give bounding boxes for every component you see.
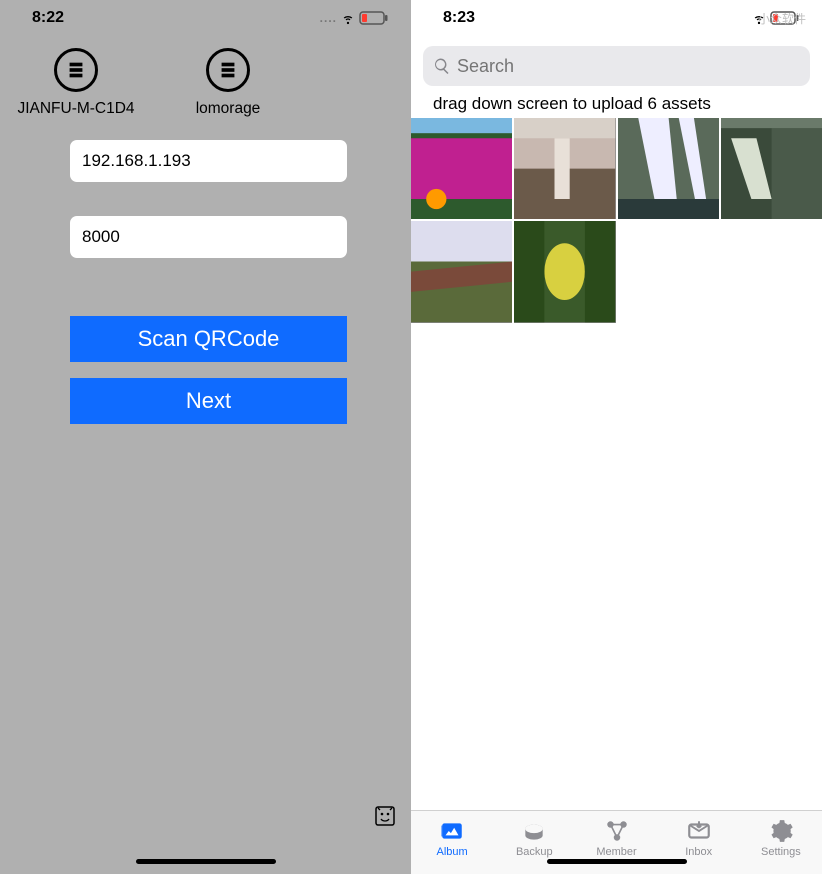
photo-thumb[interactable] [618,118,719,219]
status-icons: .... [320,11,389,25]
inbox-icon [686,818,712,844]
photo-thumb[interactable] [411,221,512,322]
member-icon [604,818,630,844]
phone-setup-screen: 8:22 .... JIANFU-M-C1D4 lomorage Scan QR… [0,0,411,874]
wifi-icon [341,11,355,25]
server-label: lomorage [196,100,261,118]
settings-icon [768,818,794,844]
scan-qrcode-button[interactable]: Scan QRCode [70,316,347,362]
photo-thumb[interactable] [514,221,615,322]
watermark-text: 小众软件 [758,10,806,27]
album-content: drag down screen to upload 6 assets [411,36,822,810]
photo-grid[interactable] [411,118,822,323]
tab-settings[interactable]: Settings [740,811,822,874]
status-bar: 8:22 .... [0,0,411,36]
home-indicator[interactable] [547,859,687,864]
photo-thumb[interactable] [411,118,512,219]
server-option-jianfu[interactable]: JIANFU-M-C1D4 [14,48,138,118]
backup-icon [521,818,547,844]
tab-backup[interactable]: Backup [493,811,575,874]
home-indicator[interactable] [136,859,276,864]
host-input[interactable] [70,140,347,182]
status-time: 8:22 [32,9,64,27]
battery-low-icon [359,11,389,25]
search-icon [433,57,451,75]
port-input[interactable] [70,216,347,258]
bug-report-icon[interactable] [373,804,397,828]
tab-member[interactable]: Member [575,811,657,874]
tab-label: Album [437,846,468,858]
server-options: JIANFU-M-C1D4 lomorage [0,36,411,118]
server-label: JIANFU-M-C1D4 [17,100,134,118]
phone-album-screen: 8:23 小众软件 drag down screen to upload 6 a… [411,0,822,874]
server-bars-icon [206,48,250,92]
tab-bar: Album Backup Member Inbox Settings [411,810,822,874]
search-box[interactable] [423,46,810,86]
photo-thumb[interactable] [721,118,822,219]
tab-label: Settings [761,846,801,858]
album-icon [439,818,465,844]
tab-label: Inbox [685,846,712,858]
tab-inbox[interactable]: Inbox [658,811,740,874]
photo-thumb[interactable] [514,118,615,219]
next-button[interactable]: Next [70,378,347,424]
server-option-lomorage[interactable]: lomorage [166,48,290,118]
status-time: 8:23 [443,9,475,27]
drag-hint-text: drag down screen to upload 6 assets [411,92,822,118]
connection-form: Scan QRCode Next [0,118,411,424]
search-bar-wrap [411,36,822,92]
cellular-dots-icon: .... [320,11,337,25]
search-input[interactable] [457,56,800,77]
tab-label: Member [596,846,636,858]
server-bars-icon [54,48,98,92]
tab-album[interactable]: Album [411,811,493,874]
tab-label: Backup [516,846,553,858]
